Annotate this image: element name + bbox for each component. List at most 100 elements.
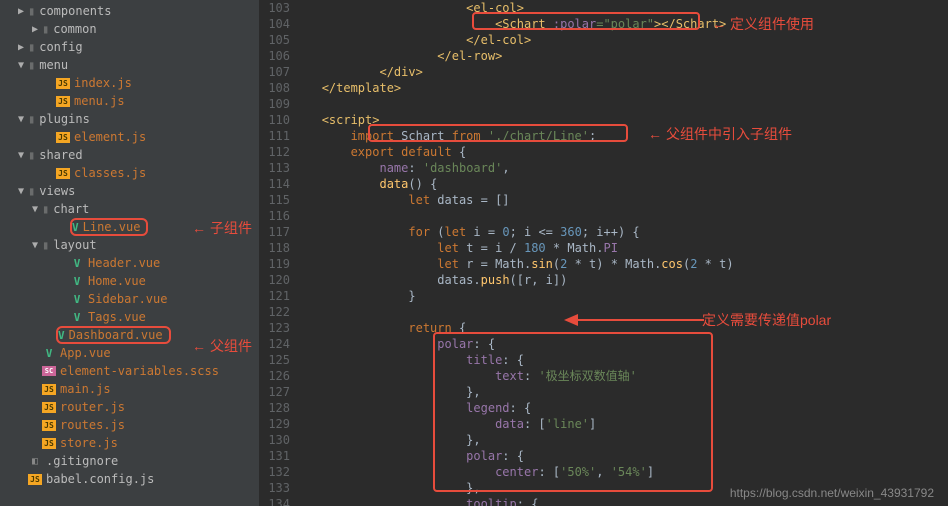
tree-item-classes-js[interactable]: JSclasses.js (0, 164, 259, 182)
code-token: let (445, 225, 474, 239)
js-icon: JS (42, 402, 56, 413)
vue-icon: V (70, 293, 84, 306)
tree-item-main-js[interactable]: JS main.js (0, 380, 259, 398)
line-number: 132 (260, 464, 290, 480)
tree-item-config[interactable]: ▶▮config (0, 38, 259, 56)
line-number-gutter: 1031041051061071081091101111121131141151… (260, 0, 300, 506)
js-icon: JS (56, 132, 70, 143)
code-token: , (502, 161, 509, 175)
tree-item-Home-vue[interactable]: V Home.vue (0, 272, 259, 290)
tree-label: Sidebar.vue (88, 292, 167, 306)
tree-item-index-js[interactable]: JS index.js (0, 74, 259, 92)
code-token: data (379, 177, 408, 191)
tree-label: Line.vue (83, 220, 141, 234)
tree-item-store-js[interactable]: JSstore.js (0, 434, 259, 452)
js-icon: JS (56, 168, 70, 179)
tree-item-element-js[interactable]: JS element.js (0, 128, 259, 146)
code-token: : (408, 161, 422, 175)
tree-label: routes.js (60, 418, 125, 432)
tree-item-common[interactable]: ▶▮common (0, 20, 259, 38)
tree-arrow[interactable]: ▶ (28, 24, 42, 35)
tree-item-babel-config-js[interactable]: JSbabel.config.js (0, 470, 259, 488)
code-token: push (481, 273, 510, 287)
code-token: 0 (502, 225, 509, 239)
tree-item-App-vue[interactable]: V App.vue (0, 344, 259, 362)
code-token: * t) (697, 257, 733, 271)
tree-arrow[interactable]: ▼ (14, 60, 28, 71)
tree-item-views[interactable]: ▼▮views (0, 182, 259, 200)
tree-label: index.js (74, 76, 132, 90)
tree-label: plugins (39, 112, 90, 126)
line-number: 108 (260, 80, 290, 96)
tree-arrow[interactable]: ▼ (14, 114, 28, 125)
code-token: </template> (322, 81, 401, 95)
js-icon: JS (42, 384, 56, 395)
tree-arrow[interactable]: ▼ (14, 150, 28, 161)
code-token: tooltip (466, 497, 517, 506)
tree-item-element-variables-scss[interactable]: SCelement-variables.scss (0, 362, 259, 380)
js-icon: JS (56, 96, 70, 107)
tree-item-chart[interactable]: ▼▮chart (0, 200, 259, 218)
tree-label: shared (39, 148, 82, 162)
tree-arrow[interactable]: ▼ (28, 204, 42, 215)
line-number: 131 (260, 448, 290, 464)
line-number: 112 (260, 144, 290, 160)
tree-item-Header-vue[interactable]: VHeader.vue (0, 254, 259, 272)
line-number: 110 (260, 112, 290, 128)
code-token: () { (408, 177, 437, 191)
tree-arrow[interactable]: ▼ (28, 240, 42, 251)
tree-label: App.vue (60, 346, 111, 360)
highlight-schart-usage (472, 12, 700, 30)
tree-item-layout[interactable]: ▼▮layout (0, 236, 259, 254)
line-number: 127 (260, 384, 290, 400)
line-number: 128 (260, 400, 290, 416)
tree-label: layout (53, 238, 96, 252)
tree-item-router-js[interactable]: JSrouter.js (0, 398, 259, 416)
tree-item-shared[interactable]: ▼▮shared (0, 146, 259, 164)
code-token: t = i / (466, 241, 524, 255)
line-number: 124 (260, 336, 290, 352)
vue-icon: V (42, 347, 56, 360)
tree-label: main.js (60, 382, 111, 396)
tree-label: Home.vue (88, 274, 146, 288)
code-token: 'dashboard' (423, 161, 502, 175)
js-icon: JS (56, 78, 70, 89)
tree-item-Line-vue[interactable]: V Line.vue (0, 218, 259, 236)
vue-icon: V (70, 275, 84, 288)
code-token: </div> (379, 65, 422, 79)
line-number: 107 (260, 64, 290, 80)
tree-label: views (39, 184, 75, 198)
code-token: for (408, 225, 437, 239)
code-token: * t) * Math. (567, 257, 661, 271)
tree-item--gitignore[interactable]: ◧.gitignore (0, 452, 259, 470)
tree-item-plugins[interactable]: ▼▮ plugins (0, 110, 259, 128)
code-token: r = Math. (466, 257, 531, 271)
code-token: let (437, 257, 466, 271)
code-token: ([r, i]) (510, 273, 568, 287)
tree-arrow[interactable]: ▶ (14, 6, 28, 17)
code-token: ; i <= (510, 225, 561, 239)
code-token: default (401, 145, 459, 159)
code-token: let (408, 193, 437, 207)
code-token: : { (517, 497, 539, 506)
file-tree-sidebar[interactable]: ▶▮components▶▮common▶▮config▼▮menuJSinde… (0, 0, 260, 506)
tree-item-menu-js[interactable]: JSmenu.js (0, 92, 259, 110)
code-token: export (351, 145, 402, 159)
tree-arrow[interactable]: ▼ (14, 186, 28, 197)
folder-icon: ▮ (28, 112, 35, 126)
tree-item-routes-js[interactable]: JSroutes.js (0, 416, 259, 434)
code-token: </el-col> (466, 33, 531, 47)
tree-item-components[interactable]: ▶▮components (0, 2, 259, 20)
tree-arrow[interactable]: ▶ (14, 42, 28, 53)
tree-label: element.js (74, 130, 146, 144)
line-number: 122 (260, 304, 290, 320)
tree-label: config (39, 40, 82, 54)
line-number: 106 (260, 48, 290, 64)
code-editor[interactable]: 1031041051061071081091101111121131141151… (260, 0, 948, 506)
line-number: 118 (260, 240, 290, 256)
tree-item-Dashboard-vue[interactable]: VDashboard.vue (0, 326, 259, 344)
tree-item-menu[interactable]: ▼▮menu (0, 56, 259, 74)
tree-item-Sidebar-vue[interactable]: V Sidebar.vue (0, 290, 259, 308)
vue-icon: V (72, 221, 79, 234)
tree-item-Tags-vue[interactable]: VTags.vue (0, 308, 259, 326)
